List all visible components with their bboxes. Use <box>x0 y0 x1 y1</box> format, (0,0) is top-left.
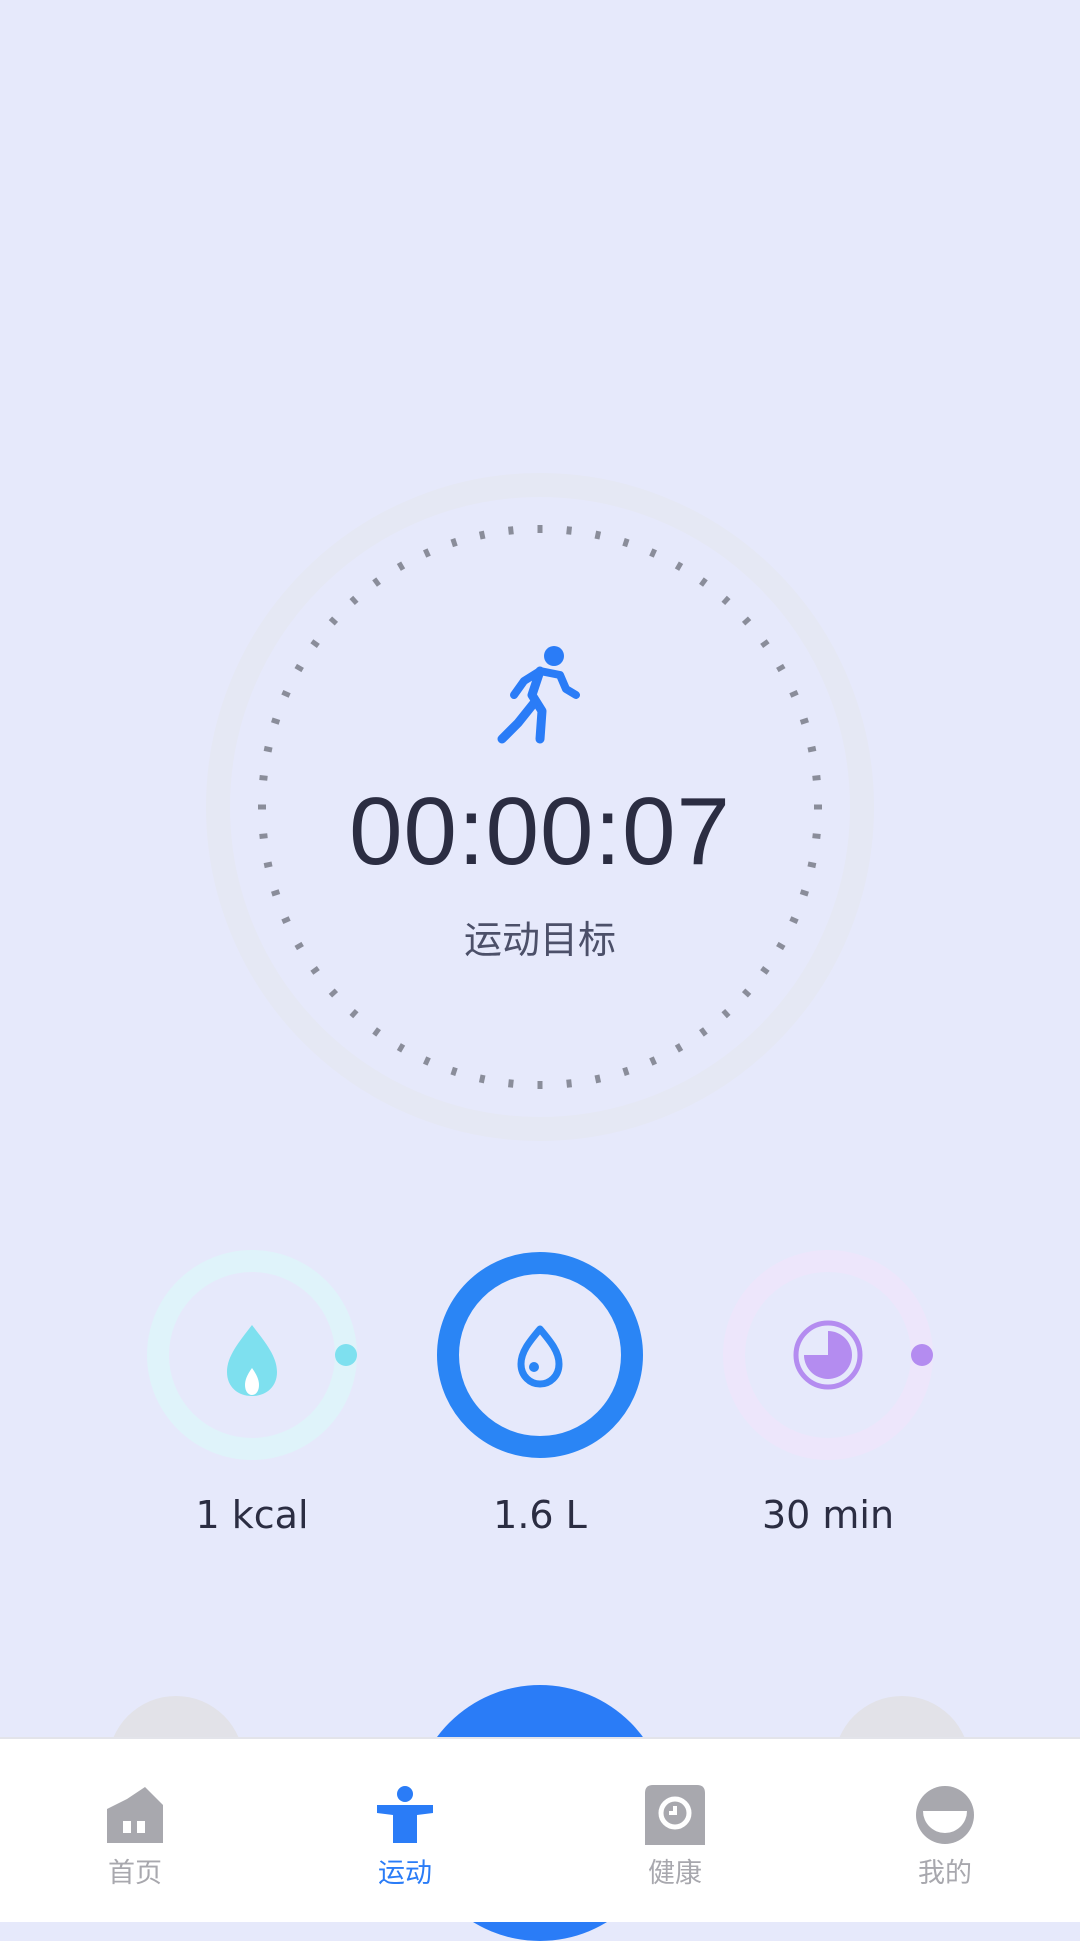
bottom-tab-bar: 首页 运动 健康 我的 <box>0 1737 1080 1922</box>
water-drop-icon <box>517 1325 563 1388</box>
dial-tick <box>507 1079 514 1088</box>
dial-tick <box>741 988 752 998</box>
dial-tick <box>799 717 809 725</box>
dial-tick <box>450 538 458 548</box>
dial-tick <box>396 561 406 571</box>
health-icon <box>645 1785 705 1845</box>
dial-tick <box>622 1066 630 1076</box>
dial-tick <box>507 526 514 535</box>
tab-health[interactable]: 健康 <box>540 1739 810 1922</box>
calories-progress-knob <box>335 1344 357 1366</box>
dial-tick <box>310 639 320 648</box>
dial-tick <box>537 525 543 533</box>
dial-tick <box>721 595 731 606</box>
dial-tick <box>478 1074 486 1084</box>
dial-tick <box>649 1056 658 1066</box>
dial-tick <box>310 966 320 975</box>
water-stat[interactable]: 1.6 L <box>430 1250 650 1550</box>
dial-tick <box>372 577 381 587</box>
dial-tick <box>760 639 770 648</box>
dial-tick <box>741 616 752 626</box>
duration-ring <box>723 1250 933 1460</box>
elapsed-time: 00:00:07 <box>349 778 731 885</box>
tab-health-label: 健康 <box>648 1858 702 1889</box>
calories-value: 1 kcal <box>195 1493 309 1537</box>
dial-tick <box>789 689 799 698</box>
dial-tick <box>328 616 339 626</box>
dial-tick <box>566 526 573 535</box>
dial-tick <box>422 548 431 558</box>
calories-ring <box>147 1250 357 1460</box>
profile-icon <box>916 1786 974 1844</box>
dial-tick <box>372 1027 381 1037</box>
dial-tick <box>674 1043 684 1053</box>
dial-tick <box>789 916 799 925</box>
tab-mine[interactable]: 我的 <box>810 1739 1080 1922</box>
dial-tick <box>594 1074 602 1084</box>
dial-tick <box>294 941 304 951</box>
calories-stat[interactable]: 1 kcal <box>142 1250 362 1550</box>
dial-tick <box>566 1079 573 1088</box>
home-icon <box>107 1787 163 1843</box>
duration-stat[interactable]: 30 min <box>718 1250 938 1550</box>
dial-tick <box>699 577 708 587</box>
dial-tick <box>396 1043 406 1053</box>
tab-sport[interactable]: 运动 <box>270 1739 540 1922</box>
dial-tick <box>478 530 486 540</box>
dial-tick <box>328 988 339 998</box>
duration-value: 30 min <box>761 1493 895 1537</box>
tab-home-label: 首页 <box>108 1858 162 1889</box>
duration-progress-knob <box>911 1344 933 1366</box>
dial-tick <box>594 530 602 540</box>
tab-mine-label: 我的 <box>918 1858 972 1889</box>
dial-tick <box>422 1056 431 1066</box>
dial-tick <box>674 561 684 571</box>
flame-icon <box>227 1325 277 1396</box>
dial-tick <box>263 745 273 753</box>
tab-home[interactable]: 首页 <box>0 1739 270 1922</box>
exercise-goal-button[interactable]: 运动目标 <box>340 912 740 968</box>
dial-tick <box>807 745 817 753</box>
dial-tick <box>622 538 630 548</box>
dial-tick <box>721 1008 731 1019</box>
dial-tick <box>349 1008 359 1019</box>
water-ring <box>437 1252 643 1458</box>
dial-tick <box>281 916 291 925</box>
dial-tick <box>281 689 291 698</box>
dial-tick <box>699 1027 708 1037</box>
dial-tick <box>649 548 658 558</box>
dial-tick <box>349 595 359 606</box>
dial-tick <box>537 1081 543 1089</box>
tab-sport-label: 运动 <box>378 1858 432 1889</box>
running-person-icon <box>497 646 580 744</box>
dial-tick <box>450 1066 458 1076</box>
dial-tick <box>776 663 786 673</box>
exercise-icon <box>377 1786 433 1843</box>
dial-tick <box>776 941 786 951</box>
dial-tick <box>294 663 304 673</box>
dial-tick <box>760 966 770 975</box>
dial-tick <box>271 717 281 725</box>
water-value: 1.6 L <box>493 1493 587 1537</box>
clock-icon <box>793 1320 863 1390</box>
